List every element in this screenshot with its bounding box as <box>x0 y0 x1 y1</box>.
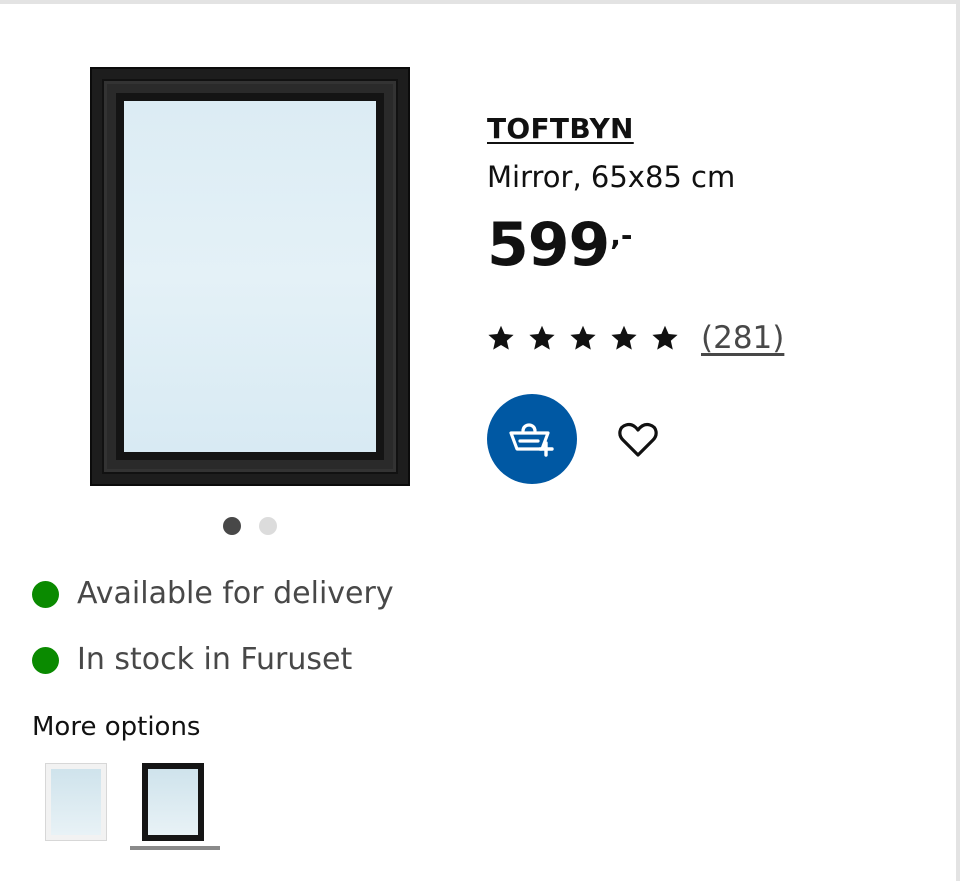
star-icon <box>529 325 555 350</box>
review-count-link[interactable]: (281) <box>701 320 784 356</box>
status-dot-green <box>32 646 59 674</box>
product-price: 599 ,- <box>487 210 633 280</box>
availability-text: In stock in Furuset <box>77 642 353 677</box>
right-border <box>956 0 960 881</box>
availability-store: In stock in Furuset <box>32 640 352 680</box>
availability-text: Available for delivery <box>77 576 394 611</box>
price-suffix: ,- <box>610 219 633 252</box>
more-options-title: More options <box>32 712 201 742</box>
image-carousel-dots <box>223 517 277 535</box>
option-thumbnail-glass <box>51 769 101 835</box>
product-rating[interactable]: (281) <box>487 320 784 356</box>
carousel-dot-1[interactable] <box>223 517 241 535</box>
star-icon <box>570 325 596 350</box>
add-to-cart-button[interactable] <box>487 394 577 484</box>
favourite-button[interactable] <box>612 416 664 464</box>
availability-delivery: Available for delivery <box>32 574 394 614</box>
product-name-link[interactable]: TOFTBYN <box>487 112 634 145</box>
price-integer: 599 <box>487 210 610 280</box>
carousel-dot-2[interactable] <box>259 517 277 535</box>
option-black-mirror[interactable] <box>142 763 204 841</box>
product-description: Mirror, 65x85 cm <box>487 160 736 194</box>
add-to-cart-icon <box>509 423 554 457</box>
product-image[interactable] <box>90 67 410 486</box>
star-icon <box>652 325 678 350</box>
selected-option-indicator <box>130 846 220 850</box>
heart-icon <box>618 422 658 457</box>
option-white-mirror[interactable] <box>45 763 107 841</box>
option-thumbnail-glass <box>148 769 198 835</box>
rating-stars <box>487 324 679 352</box>
mirror-glass <box>124 101 376 452</box>
status-dot-green <box>32 580 59 608</box>
star-icon <box>611 325 637 350</box>
star-icon <box>488 325 514 350</box>
